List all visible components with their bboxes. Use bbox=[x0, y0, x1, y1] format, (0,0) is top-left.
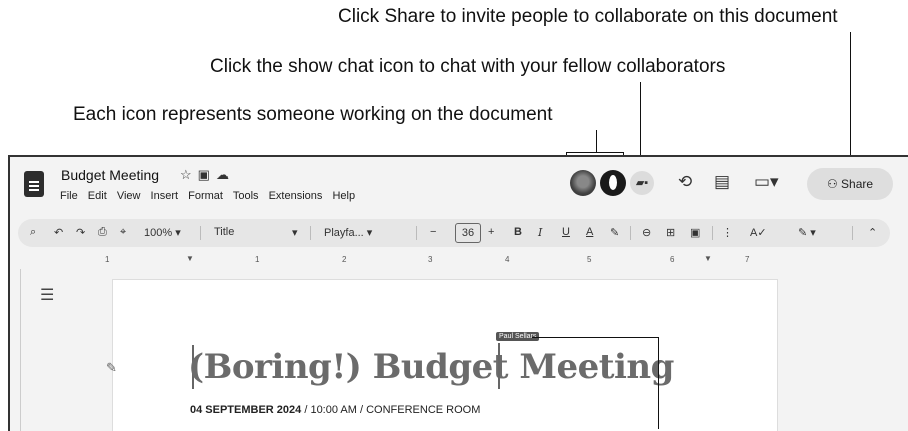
share-label: Share bbox=[841, 177, 874, 191]
callout-cursor-line bbox=[658, 337, 660, 429]
callout-avatars: Each icon represents someone working on … bbox=[73, 104, 553, 125]
star-icon[interactable]: ☆ bbox=[180, 167, 198, 182]
menu-format[interactable]: Format bbox=[188, 190, 223, 202]
separator bbox=[416, 226, 417, 240]
ruler-indent-marker[interactable]: ▼ bbox=[186, 254, 194, 263]
add-comment-icon[interactable]: ⊞ bbox=[666, 226, 675, 239]
separator bbox=[310, 226, 311, 240]
style-select[interactable]: Title bbox=[214, 226, 234, 238]
separator bbox=[852, 226, 853, 240]
subline-details: / 10:00 AM / CONFERENCE ROOM bbox=[301, 404, 481, 416]
font-size-input[interactable]: 36 bbox=[455, 223, 481, 243]
ruler-label: 3 bbox=[428, 255, 433, 264]
print-icon[interactable]: ⎙ bbox=[98, 226, 107, 239]
history-icon[interactable]: ⟲ bbox=[678, 172, 692, 192]
folder-icon[interactable]: ▣ bbox=[198, 167, 216, 182]
more-icon[interactable]: ⋮ bbox=[722, 226, 733, 239]
callout-avatars-bracket bbox=[566, 152, 624, 154]
menu-view[interactable]: View bbox=[117, 190, 141, 202]
share-button[interactable]: ⚇ Share bbox=[807, 168, 893, 200]
callout-chat: Click the show chat icon to chat with yo… bbox=[210, 56, 726, 77]
callout-cursor-bracket bbox=[532, 337, 659, 339]
collaborator-avatar-2[interactable] bbox=[600, 170, 626, 196]
paint-format-icon[interactable]: ⌖ bbox=[120, 226, 126, 239]
link-icon[interactable]: ⊖ bbox=[642, 226, 651, 239]
docs-window: Budget Meeting ☆▣☁ File Edit View Insert… bbox=[8, 155, 908, 431]
document-heading[interactable]: (Boring!) Budget Meeting bbox=[188, 347, 674, 387]
collaborator-avatar-1[interactable] bbox=[570, 170, 596, 196]
text-color-button[interactable]: A bbox=[586, 226, 593, 238]
menu-tools[interactable]: Tools bbox=[233, 190, 259, 202]
search-icon[interactable]: ⌕ bbox=[30, 226, 36, 239]
editing-mode-icon[interactable]: ✎ ▾ bbox=[798, 226, 816, 239]
spellcheck-icon[interactable]: A✓ bbox=[750, 226, 767, 239]
ruler-label: 5 bbox=[587, 255, 592, 264]
title-icons: ☆▣☁ bbox=[180, 167, 235, 183]
comment-icon[interactable]: ▤ bbox=[714, 172, 730, 192]
style-dropdown-icon[interactable]: ▾ bbox=[292, 226, 298, 239]
redo-icon[interactable]: ↷ bbox=[76, 226, 85, 239]
meet-icon[interactable]: ▭▾ bbox=[754, 172, 779, 192]
separator bbox=[630, 226, 631, 240]
menu-insert[interactable]: Insert bbox=[151, 190, 179, 202]
ruler-label: 1 bbox=[105, 255, 110, 264]
italic-button[interactable]: I bbox=[538, 226, 542, 239]
undo-icon[interactable]: ↶ bbox=[54, 226, 63, 239]
menu-edit[interactable]: Edit bbox=[88, 190, 107, 202]
menu-file[interactable]: File bbox=[60, 190, 78, 202]
separator bbox=[712, 226, 713, 240]
show-chat-icon[interactable]: ▰▪ bbox=[630, 171, 654, 195]
ruler: 1 ▼ 1 2 3 4 5 6 ▼ 7 bbox=[90, 254, 790, 269]
callout-share-line bbox=[850, 32, 852, 167]
collaborator-cursor bbox=[498, 343, 500, 389]
document-subline[interactable]: 04 SEPTEMBER 2024 / 10:00 AM / CONFERENC… bbox=[190, 404, 480, 416]
bold-button[interactable]: B bbox=[514, 226, 522, 238]
document-outline-icon[interactable]: ☰ bbox=[40, 285, 54, 305]
ruler-label: 1 bbox=[255, 255, 260, 264]
callout-avatars-line bbox=[596, 130, 598, 152]
formatting-toolbar: ⌕ ↶ ↷ ⎙ ⌖ 100% ▾ Title ▾ Playfa... ▾ − 3… bbox=[18, 219, 890, 247]
ruler-right-marker[interactable]: ▼ bbox=[704, 254, 712, 263]
menu-help[interactable]: Help bbox=[332, 190, 355, 202]
zoom-select[interactable]: 100% ▾ bbox=[144, 226, 181, 239]
subline-date: 04 SEPTEMBER 2024 bbox=[190, 404, 302, 416]
font-select[interactable]: Playfa... ▾ bbox=[324, 226, 372, 239]
increase-font-icon[interactable]: + bbox=[488, 226, 494, 238]
ruler-label: 6 bbox=[670, 255, 675, 264]
ruler-label: 2 bbox=[342, 255, 347, 264]
menu-extensions[interactable]: Extensions bbox=[269, 190, 323, 202]
edit-pen-icon: ✎ bbox=[106, 360, 117, 375]
ruler-label: 4 bbox=[505, 255, 510, 264]
vertical-ruler bbox=[10, 269, 21, 431]
collapse-menus-icon[interactable]: ⌃ bbox=[868, 226, 877, 239]
highlight-icon[interactable]: ✎ bbox=[610, 226, 619, 239]
cloud-icon[interactable]: ☁ bbox=[216, 167, 235, 182]
docs-logo-icon[interactable] bbox=[24, 171, 44, 197]
insert-image-icon[interactable]: ▣ bbox=[690, 226, 700, 239]
separator bbox=[200, 226, 201, 240]
titlebar: Budget Meeting ☆▣☁ File Edit View Insert… bbox=[10, 157, 908, 217]
share-people-icon: ⚇ bbox=[826, 177, 842, 191]
document-title[interactable]: Budget Meeting bbox=[61, 167, 159, 183]
menubar: File Edit View Insert Format Tools Exten… bbox=[60, 190, 362, 202]
decrease-font-icon[interactable]: − bbox=[430, 226, 436, 238]
underline-button[interactable]: U bbox=[562, 226, 570, 238]
callout-share: Click Share to invite people to collabor… bbox=[338, 6, 838, 27]
ruler-label: 7 bbox=[745, 255, 750, 264]
